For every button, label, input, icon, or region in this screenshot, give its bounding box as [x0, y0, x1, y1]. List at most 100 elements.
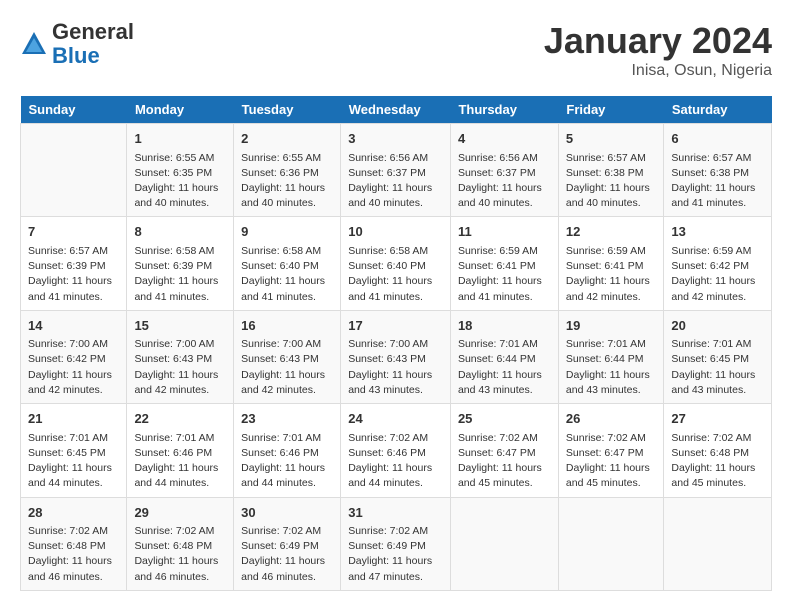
day-info: Sunrise: 7:00 AM Sunset: 6:42 PM Dayligh… — [28, 337, 119, 398]
day-number: 24 — [348, 409, 443, 429]
day-info: Sunrise: 7:01 AM Sunset: 6:44 PM Dayligh… — [566, 337, 657, 398]
day-info: Sunrise: 7:00 AM Sunset: 6:43 PM Dayligh… — [241, 337, 333, 398]
day-info: Sunrise: 6:58 AM Sunset: 6:40 PM Dayligh… — [348, 244, 443, 305]
day-info: Sunrise: 7:02 AM Sunset: 6:49 PM Dayligh… — [348, 524, 443, 585]
day-number: 18 — [458, 316, 551, 336]
calendar-day-cell: 30Sunrise: 7:02 AM Sunset: 6:49 PM Dayli… — [234, 497, 341, 590]
calendar-day-cell: 20Sunrise: 7:01 AM Sunset: 6:45 PM Dayli… — [664, 310, 772, 403]
day-number: 19 — [566, 316, 657, 336]
day-info: Sunrise: 6:57 AM Sunset: 6:39 PM Dayligh… — [28, 244, 119, 305]
calendar-week-row: 1Sunrise: 6:55 AM Sunset: 6:35 PM Daylig… — [21, 124, 772, 217]
day-number: 20 — [671, 316, 764, 336]
logo-icon — [20, 30, 48, 58]
calendar-day-cell: 26Sunrise: 7:02 AM Sunset: 6:47 PM Dayli… — [558, 404, 664, 497]
calendar-day-cell: 29Sunrise: 7:02 AM Sunset: 6:48 PM Dayli… — [127, 497, 234, 590]
calendar-day-cell: 5Sunrise: 6:57 AM Sunset: 6:38 PM Daylig… — [558, 124, 664, 217]
day-info: Sunrise: 6:59 AM Sunset: 6:42 PM Dayligh… — [671, 244, 764, 305]
day-info: Sunrise: 6:59 AM Sunset: 6:41 PM Dayligh… — [458, 244, 551, 305]
calendar-day-cell: 27Sunrise: 7:02 AM Sunset: 6:48 PM Dayli… — [664, 404, 772, 497]
calendar-day-cell: 14Sunrise: 7:00 AM Sunset: 6:42 PM Dayli… — [21, 310, 127, 403]
day-info: Sunrise: 7:02 AM Sunset: 6:48 PM Dayligh… — [134, 524, 226, 585]
calendar-day-cell: 13Sunrise: 6:59 AM Sunset: 6:42 PM Dayli… — [664, 217, 772, 310]
calendar-day-cell: 17Sunrise: 7:00 AM Sunset: 6:43 PM Dayli… — [341, 310, 451, 403]
calendar-day-cell: 18Sunrise: 7:01 AM Sunset: 6:44 PM Dayli… — [450, 310, 558, 403]
calendar-week-row: 21Sunrise: 7:01 AM Sunset: 6:45 PM Dayli… — [21, 404, 772, 497]
day-number: 8 — [134, 222, 226, 242]
day-number: 4 — [458, 129, 551, 149]
calendar-day-cell: 10Sunrise: 6:58 AM Sunset: 6:40 PM Dayli… — [341, 217, 451, 310]
day-number: 22 — [134, 409, 226, 429]
calendar-table: SundayMondayTuesdayWednesdayThursdayFrid… — [20, 96, 772, 591]
page-header: General Blue January 2024 Inisa, Osun, N… — [20, 20, 772, 80]
day-number: 13 — [671, 222, 764, 242]
day-info: Sunrise: 6:55 AM Sunset: 6:36 PM Dayligh… — [241, 151, 333, 212]
day-number: 5 — [566, 129, 657, 149]
calendar-week-row: 28Sunrise: 7:02 AM Sunset: 6:48 PM Dayli… — [21, 497, 772, 590]
day-number: 17 — [348, 316, 443, 336]
calendar-header-cell: Thursday — [450, 96, 558, 124]
calendar-header-cell: Tuesday — [234, 96, 341, 124]
calendar-header-cell: Monday — [127, 96, 234, 124]
calendar-body: 1Sunrise: 6:55 AM Sunset: 6:35 PM Daylig… — [21, 124, 772, 591]
day-number: 25 — [458, 409, 551, 429]
day-number: 27 — [671, 409, 764, 429]
month-title: January 2024 — [544, 20, 772, 62]
day-number: 6 — [671, 129, 764, 149]
calendar-day-cell: 9Sunrise: 6:58 AM Sunset: 6:40 PM Daylig… — [234, 217, 341, 310]
day-info: Sunrise: 6:58 AM Sunset: 6:39 PM Dayligh… — [134, 244, 226, 305]
day-info: Sunrise: 6:55 AM Sunset: 6:35 PM Dayligh… — [134, 151, 226, 212]
calendar-day-cell: 16Sunrise: 7:00 AM Sunset: 6:43 PM Dayli… — [234, 310, 341, 403]
calendar-day-cell: 11Sunrise: 6:59 AM Sunset: 6:41 PM Dayli… — [450, 217, 558, 310]
title-area: January 2024 Inisa, Osun, Nigeria — [544, 20, 772, 80]
calendar-day-cell: 4Sunrise: 6:56 AM Sunset: 6:37 PM Daylig… — [450, 124, 558, 217]
day-info: Sunrise: 7:01 AM Sunset: 6:46 PM Dayligh… — [134, 431, 226, 492]
day-number: 14 — [28, 316, 119, 336]
calendar-day-cell: 31Sunrise: 7:02 AM Sunset: 6:49 PM Dayli… — [341, 497, 451, 590]
logo: General Blue — [20, 20, 134, 68]
day-number: 31 — [348, 503, 443, 523]
calendar-header-row: SundayMondayTuesdayWednesdayThursdayFrid… — [21, 96, 772, 124]
day-number: 21 — [28, 409, 119, 429]
day-number: 15 — [134, 316, 226, 336]
calendar-header-cell: Sunday — [21, 96, 127, 124]
calendar-week-row: 14Sunrise: 7:00 AM Sunset: 6:42 PM Dayli… — [21, 310, 772, 403]
day-number: 26 — [566, 409, 657, 429]
day-info: Sunrise: 7:02 AM Sunset: 6:47 PM Dayligh… — [566, 431, 657, 492]
day-number: 3 — [348, 129, 443, 149]
day-info: Sunrise: 7:00 AM Sunset: 6:43 PM Dayligh… — [134, 337, 226, 398]
day-info: Sunrise: 6:56 AM Sunset: 6:37 PM Dayligh… — [348, 151, 443, 212]
calendar-header-cell: Wednesday — [341, 96, 451, 124]
day-info: Sunrise: 7:01 AM Sunset: 6:44 PM Dayligh… — [458, 337, 551, 398]
day-number: 2 — [241, 129, 333, 149]
day-info: Sunrise: 7:02 AM Sunset: 6:48 PM Dayligh… — [28, 524, 119, 585]
day-number: 28 — [28, 503, 119, 523]
calendar-day-cell: 21Sunrise: 7:01 AM Sunset: 6:45 PM Dayli… — [21, 404, 127, 497]
day-number: 12 — [566, 222, 657, 242]
day-number: 11 — [458, 222, 551, 242]
calendar-day-cell: 3Sunrise: 6:56 AM Sunset: 6:37 PM Daylig… — [341, 124, 451, 217]
day-info: Sunrise: 7:02 AM Sunset: 6:48 PM Dayligh… — [671, 431, 764, 492]
calendar-day-cell — [21, 124, 127, 217]
day-info: Sunrise: 7:01 AM Sunset: 6:45 PM Dayligh… — [28, 431, 119, 492]
calendar-week-row: 7Sunrise: 6:57 AM Sunset: 6:39 PM Daylig… — [21, 217, 772, 310]
calendar-day-cell — [664, 497, 772, 590]
day-info: Sunrise: 7:01 AM Sunset: 6:45 PM Dayligh… — [671, 337, 764, 398]
location-title: Inisa, Osun, Nigeria — [544, 62, 772, 80]
day-info: Sunrise: 6:57 AM Sunset: 6:38 PM Dayligh… — [671, 151, 764, 212]
calendar-day-cell: 15Sunrise: 7:00 AM Sunset: 6:43 PM Dayli… — [127, 310, 234, 403]
calendar-header-cell: Saturday — [664, 96, 772, 124]
calendar-day-cell: 2Sunrise: 6:55 AM Sunset: 6:36 PM Daylig… — [234, 124, 341, 217]
day-info: Sunrise: 6:58 AM Sunset: 6:40 PM Dayligh… — [241, 244, 333, 305]
day-info: Sunrise: 6:57 AM Sunset: 6:38 PM Dayligh… — [566, 151, 657, 212]
day-info: Sunrise: 6:56 AM Sunset: 6:37 PM Dayligh… — [458, 151, 551, 212]
calendar-day-cell: 1Sunrise: 6:55 AM Sunset: 6:35 PM Daylig… — [127, 124, 234, 217]
calendar-day-cell: 22Sunrise: 7:01 AM Sunset: 6:46 PM Dayli… — [127, 404, 234, 497]
day-number: 29 — [134, 503, 226, 523]
day-info: Sunrise: 7:00 AM Sunset: 6:43 PM Dayligh… — [348, 337, 443, 398]
calendar-day-cell: 6Sunrise: 6:57 AM Sunset: 6:38 PM Daylig… — [664, 124, 772, 217]
calendar-day-cell: 8Sunrise: 6:58 AM Sunset: 6:39 PM Daylig… — [127, 217, 234, 310]
calendar-day-cell: 19Sunrise: 7:01 AM Sunset: 6:44 PM Dayli… — [558, 310, 664, 403]
day-number: 9 — [241, 222, 333, 242]
logo-general-text: General — [52, 20, 134, 44]
calendar-day-cell — [558, 497, 664, 590]
